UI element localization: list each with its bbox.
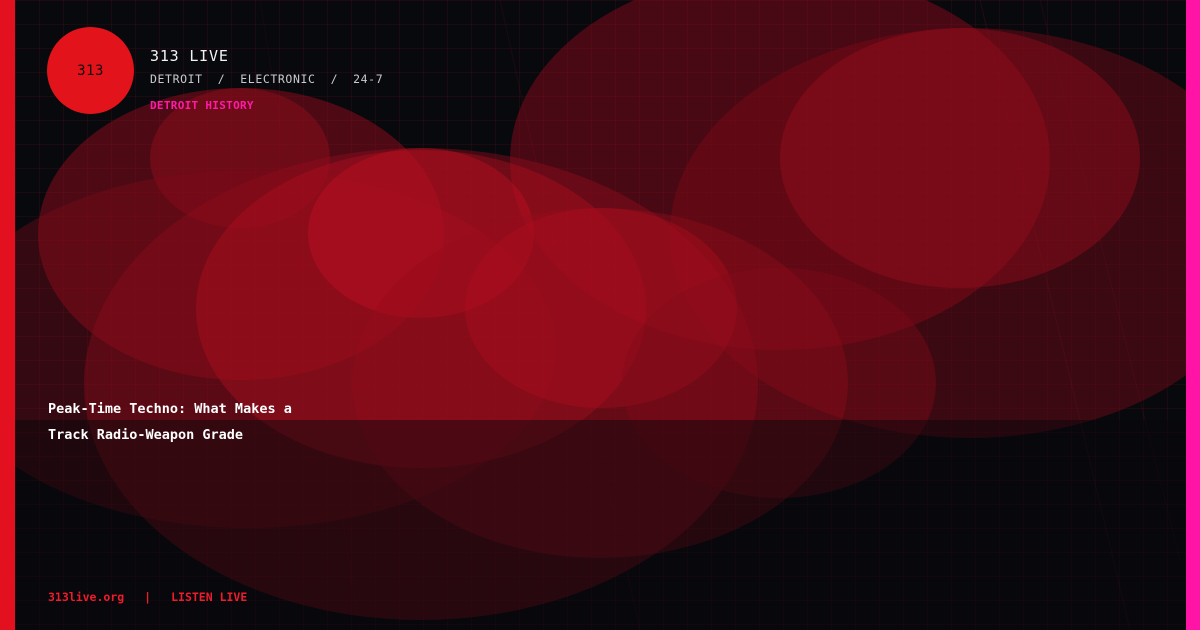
headline-line-2: Track Radio-Weapon Grade (48, 427, 244, 443)
brand-name: 313 LIVE (150, 47, 229, 65)
site-link[interactable]: 313live.org (48, 590, 124, 604)
brand-tagline: DETROIT / ELECTRONIC / 24-7 (150, 72, 384, 86)
footer-separator: | (144, 590, 152, 604)
background-ellipse (780, 28, 1140, 288)
right-accent-bar (1186, 0, 1200, 630)
left-accent-bar (0, 0, 15, 630)
listen-live-link[interactable]: LISTEN LIVE (171, 590, 247, 604)
logo-badge: 313 (47, 27, 134, 114)
footer: 313live.org | LISTEN LIVE (48, 590, 247, 604)
headline-line-1: Peak-Time Techno: What Makes a (48, 401, 292, 417)
category-label: DETROIT HISTORY (150, 99, 254, 112)
logo-text: 313 (77, 62, 104, 79)
article-headline: Peak-Time Techno: What Makes a Track Rad… (48, 396, 468, 448)
share-card: 313 313 LIVE DETROIT / ELECTRONIC / 24-7… (0, 0, 1200, 630)
